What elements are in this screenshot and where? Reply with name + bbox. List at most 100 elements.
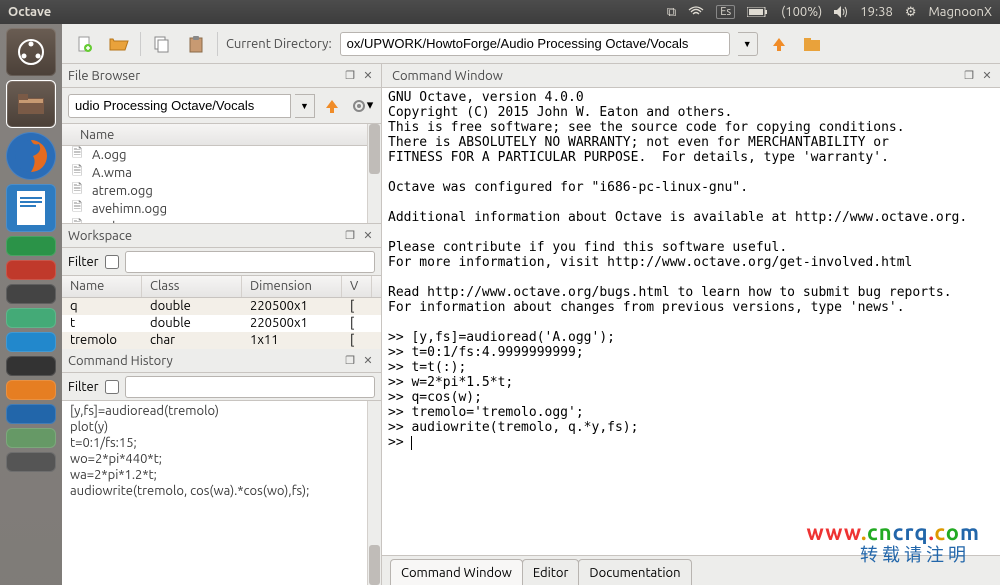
file-row[interactable]: 🗎 avehymnus.ogg [62, 218, 367, 223]
main-toolbar: Current Directory: ▼ [62, 24, 1000, 64]
workspace-panel: Workspace ❐ ✕ Filter Name Class Dimensio… [62, 224, 381, 349]
wifi-icon[interactable] [688, 6, 704, 18]
tab-command-window[interactable]: Command Window [390, 559, 523, 585]
ch-scrollbar[interactable] [367, 401, 381, 585]
unity-launcher [0, 24, 62, 585]
file-icon: 🗎 [72, 216, 86, 223]
workspace-row[interactable]: tdouble220500x1[ [62, 315, 381, 332]
file-name: A.wma [92, 166, 132, 180]
undock-icon[interactable]: ❐ [343, 69, 357, 83]
battery-icon[interactable] [747, 7, 769, 17]
octave-app: Current Directory: ▼ File Browser ❐ ✕ ▼ … [62, 24, 1000, 585]
browse-dir-button[interactable] [800, 31, 826, 57]
main-area: File Browser ❐ ✕ ▼ ▾ Name 🗎A.ogg🗎A.wma🗎a… [62, 64, 1000, 585]
ch-filter-row: Filter [62, 373, 381, 401]
ch-filter-input[interactable] [125, 376, 375, 398]
file-row[interactable]: 🗎A.ogg [62, 146, 367, 164]
ws-table-header[interactable]: Name Class Dimension V [62, 276, 381, 298]
fb-up-button[interactable] [319, 93, 345, 119]
clock: 19:38 [860, 5, 893, 19]
file-browser-header: File Browser ❐ ✕ [62, 64, 381, 88]
ch-filter-checkbox[interactable] [105, 380, 119, 394]
fb-path-input[interactable] [68, 94, 291, 118]
current-directory-input[interactable] [340, 32, 730, 56]
file-list: Name 🗎A.ogg🗎A.wma🗎atrem.ogg🗎avehimn.ogg🗎… [62, 124, 381, 224]
right-column: Command Window ❐ ✕ GNU Octave, version 4… [382, 64, 1000, 585]
paste-button[interactable] [183, 31, 209, 57]
tab-documentation[interactable]: Documentation [578, 559, 691, 585]
command-history-header: Command History ❐ ✕ [62, 349, 381, 373]
new-file-button[interactable] [72, 31, 98, 57]
undock-icon[interactable]: ❐ [343, 229, 357, 243]
ch-filter-label: Filter [68, 380, 99, 394]
app-icon-2[interactable] [6, 260, 56, 280]
fb-gear-button[interactable]: ▾ [349, 93, 375, 119]
writer-icon[interactable] [6, 184, 56, 232]
file-name: avehymnus.ogg [92, 220, 183, 223]
history-row[interactable]: [y,fs]=audioread(tremolo) [62, 403, 367, 419]
file-name: atrem.ogg [92, 184, 153, 198]
files-icon[interactable] [6, 80, 56, 128]
fb-toolbar: ▼ ▾ [62, 88, 381, 124]
separator [217, 32, 218, 56]
command-history-panel: Command History ❐ ✕ Filter [y,fs]=audior… [62, 349, 381, 585]
app-icon-1[interactable] [6, 236, 56, 256]
username: MagnoonX [928, 5, 992, 19]
file-row[interactable]: 🗎avehimn.ogg [62, 200, 367, 218]
separator [140, 32, 141, 56]
app-icon-5[interactable] [6, 332, 56, 352]
history-row[interactable]: wa=2*pi*1.2*t; [62, 467, 367, 483]
dropbox-icon[interactable]: ⧉ [667, 5, 676, 20]
dash-icon[interactable] [6, 28, 56, 76]
cd-label: Current Directory: [226, 37, 332, 51]
ws-filter-label: Filter [68, 255, 99, 269]
up-dir-button[interactable] [766, 31, 792, 57]
left-column: File Browser ❐ ✕ ▼ ▾ Name 🗎A.ogg🗎A.wma🗎a… [62, 64, 382, 585]
copy-button[interactable] [149, 31, 175, 57]
file-row[interactable]: 🗎A.wma [62, 164, 367, 182]
tab-editor[interactable]: Editor [522, 559, 580, 585]
app-icon-7[interactable] [6, 380, 56, 400]
file-name: A.ogg [92, 148, 127, 162]
cd-dropdown[interactable]: ▼ [738, 32, 758, 56]
ch-list[interactable]: [y,fs]=audioread(tremolo)plot(y)t=0:1/fs… [62, 401, 381, 585]
watermark-sub: 转载请注明 [860, 541, 970, 567]
command-window-body[interactable]: GNU Octave, version 4.0.0 Copyright (C) … [382, 88, 1000, 555]
fb-name-header[interactable]: Name [62, 124, 367, 146]
close-icon[interactable]: ✕ [361, 229, 375, 243]
ws-filter-checkbox[interactable] [105, 255, 119, 269]
close-icon[interactable]: ✕ [361, 69, 375, 83]
app-icon-6[interactable] [6, 356, 56, 376]
workspace-row[interactable]: qdouble220500x1[ [62, 298, 381, 315]
undock-icon[interactable]: ❐ [962, 69, 976, 83]
ws-filter-input[interactable] [125, 251, 375, 273]
ws-table: Name Class Dimension V qdouble220500x1[t… [62, 276, 381, 349]
fb-scrollbar[interactable] [367, 124, 381, 223]
file-row[interactable]: 🗎atrem.ogg [62, 182, 367, 200]
undock-icon[interactable]: ❐ [343, 354, 357, 368]
battery-pct: (100%) [781, 5, 822, 19]
history-row[interactable]: t=0:1/fs:15; [62, 435, 367, 451]
open-file-button[interactable] [106, 31, 132, 57]
gear-icon[interactable]: ⚙ [905, 5, 917, 20]
volume-icon[interactable] [834, 6, 848, 18]
ws-filter-row: Filter [62, 248, 381, 276]
history-row[interactable]: wo=2*pi*440*t; [62, 451, 367, 467]
app-icon-8[interactable] [6, 404, 56, 424]
workspace-row[interactable]: tremolochar1x11[ [62, 332, 381, 349]
app-icon-4[interactable] [6, 308, 56, 328]
history-row[interactable]: plot(y) [62, 419, 367, 435]
close-icon[interactable]: ✕ [361, 354, 375, 368]
system-menubar: Octave ⧉ Es (100%) 19:38 ⚙ MagnoonX [0, 0, 1000, 24]
close-icon[interactable]: ✕ [980, 69, 994, 83]
app-title: Octave [8, 5, 667, 19]
workspace-header: Workspace ❐ ✕ [62, 224, 381, 248]
history-row[interactable]: audiowrite(tremolo, cos(wa).*cos(wo),fs)… [62, 483, 367, 499]
keyboard-lang[interactable]: Es [716, 5, 735, 19]
text-cursor [411, 436, 412, 450]
app-icon-9[interactable] [6, 428, 56, 448]
app-icon-10[interactable] [6, 452, 56, 472]
app-icon-3[interactable] [6, 284, 56, 304]
firefox-icon[interactable] [6, 132, 56, 180]
fb-path-dropdown[interactable]: ▼ [295, 94, 315, 118]
